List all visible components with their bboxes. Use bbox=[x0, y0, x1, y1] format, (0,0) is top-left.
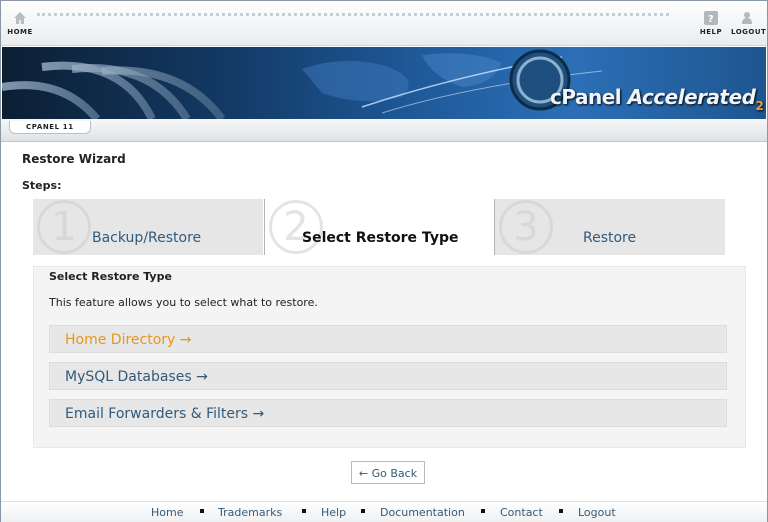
dotted-divider bbox=[37, 13, 669, 16]
cpanel-accelerated-logo: cPanel Accelerated2 bbox=[550, 85, 764, 113]
step-restore: 3 Restore bbox=[495, 199, 725, 255]
footer-links: Home Trademarks Help Documentation Conta… bbox=[1, 501, 767, 522]
step-label-3: Restore bbox=[583, 230, 637, 246]
option-home-directory[interactable]: Home Directory → bbox=[49, 325, 727, 353]
home-label: HOME bbox=[7, 28, 33, 36]
restore-type-panel: Select Restore Type This feature allows … bbox=[33, 266, 746, 448]
footer-separator bbox=[200, 509, 204, 513]
brand-panel: Panel bbox=[561, 85, 622, 109]
footer-link-home[interactable]: Home bbox=[151, 506, 183, 519]
steps-label: Steps: bbox=[22, 179, 62, 192]
brand-version: 2 bbox=[755, 99, 764, 113]
tab-strip: CPANEL 11 bbox=[1, 119, 767, 142]
logout-button[interactable]: LOGOUT bbox=[731, 11, 767, 36]
home-button[interactable]: HOME bbox=[7, 11, 33, 36]
help-button[interactable]: ? HELP bbox=[699, 11, 723, 36]
help-label: HELP bbox=[699, 28, 723, 36]
go-back-button[interactable]: ← Go Back bbox=[351, 461, 425, 484]
step-backup-restore: 1 Backup/Restore bbox=[33, 199, 263, 255]
logout-label: LOGOUT bbox=[731, 28, 767, 36]
panel-description: This feature allows you to select what t… bbox=[49, 296, 318, 309]
brand-accelerated: Accelerated bbox=[627, 85, 756, 109]
step-number-3: 3 bbox=[499, 200, 553, 254]
house-icon bbox=[14, 12, 26, 24]
footer-separator bbox=[361, 509, 365, 513]
option-mysql-databases[interactable]: MySQL Databases → bbox=[49, 362, 727, 390]
brand-c: c bbox=[550, 85, 562, 109]
footer-link-contact[interactable]: Contact bbox=[500, 506, 543, 519]
panel-heading: Select Restore Type bbox=[49, 270, 172, 283]
footer-link-trademarks[interactable]: Trademarks bbox=[218, 506, 282, 519]
svg-text:?: ? bbox=[708, 14, 714, 25]
footer-link-help[interactable]: Help bbox=[321, 506, 346, 519]
option-email-forwarders-filters[interactable]: Email Forwarders & Filters → bbox=[49, 399, 727, 427]
cpanel-banner: cPanel Accelerated2 bbox=[2, 47, 766, 119]
page-title: Restore Wizard bbox=[22, 152, 126, 166]
footer-separator bbox=[481, 509, 485, 513]
footer-link-logout[interactable]: Logout bbox=[578, 506, 616, 519]
footer-link-documentation[interactable]: Documentation bbox=[380, 506, 465, 519]
top-navigation-bar: HOME ? HELP LOGOUT bbox=[1, 1, 767, 46]
step-label-2: Select Restore Type bbox=[302, 230, 459, 246]
page-frame: HOME ? HELP LOGOUT cPanel Accelerated2 C… bbox=[0, 0, 768, 522]
footer-separator bbox=[302, 509, 306, 513]
step-label-1: Backup/Restore bbox=[92, 230, 202, 246]
step-select-restore-type: 2 Select Restore Type bbox=[264, 199, 495, 255]
step-number-1: 1 bbox=[37, 200, 91, 254]
person-icon bbox=[742, 12, 752, 24]
tab-cpanel-11[interactable]: CPANEL 11 bbox=[9, 121, 91, 134]
question-icon: ? bbox=[704, 11, 718, 25]
footer-separator bbox=[559, 509, 563, 513]
